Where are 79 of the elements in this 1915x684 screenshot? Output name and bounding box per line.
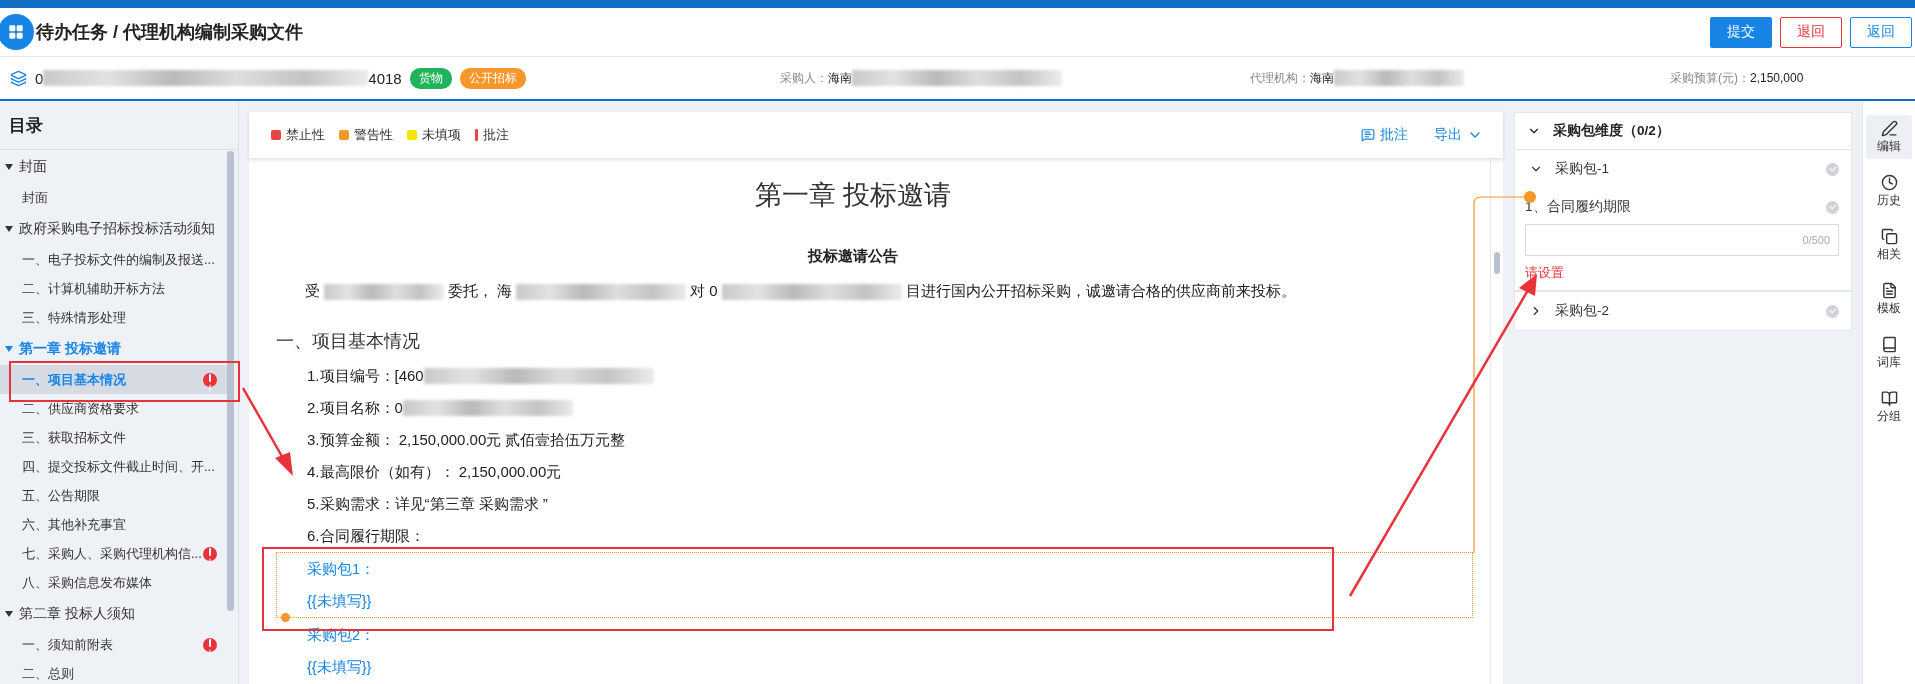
- side-tool-button[interactable]: 词库: [1866, 331, 1912, 375]
- notice-title: 投标邀请公告: [806, 247, 899, 266]
- text-fragment: 3.预算金额： 2,150,000.00元 贰佰壹拾伍万元整: [307, 430, 626, 450]
- tree-section[interactable]: 政府采购电子招标投标活动须知: [0, 217, 238, 240]
- tree-item[interactable]: 三、特殊情形处理: [0, 303, 229, 332]
- text-fragment: 受: [305, 282, 320, 301]
- info-label: 采购预算(元)：: [1670, 69, 1750, 87]
- header-button[interactable]: 提交: [1710, 16, 1772, 48]
- copy-icon: [1880, 228, 1898, 245]
- side-tool-button[interactable]: 相关: [1866, 223, 1912, 267]
- connector-dot: [1524, 191, 1536, 203]
- placeholder-value: {{未填写}}: [307, 591, 373, 611]
- tag: 货物: [409, 67, 452, 89]
- text-fragment: 委托，: [448, 282, 493, 301]
- package-row[interactable]: 采购包-1: [1515, 150, 1851, 188]
- tree-item[interactable]: 二、供应商资格要求: [0, 394, 229, 423]
- legend-label: 警告性: [354, 126, 393, 144]
- text-fragment: 1.项目编号：[460: [307, 366, 424, 386]
- comment-button[interactable]: 批注: [1361, 126, 1408, 144]
- legend-label: 禁止性: [286, 126, 325, 144]
- tree-section[interactable]: 封面: [0, 155, 238, 178]
- side-tool-button[interactable]: 分组: [1866, 385, 1912, 429]
- book-icon: [1880, 390, 1898, 407]
- info-label: 采购人：: [780, 69, 828, 87]
- text-fragment: 4.最高限价（如有）： 2,150,000.00元: [307, 462, 562, 482]
- tree-item[interactable]: 二、总则: [0, 659, 229, 684]
- legend-label: 未填项: [422, 126, 461, 144]
- page-title: 待办任务 / 代理机构编制采购文件: [36, 21, 303, 44]
- field-label: 1、合同履约期限: [1525, 198, 1631, 216]
- tree-item[interactable]: 五、公告期限: [0, 481, 229, 510]
- header-button[interactable]: 返回: [1850, 16, 1912, 48]
- text-fragment: 6.合同履行期限：: [307, 526, 425, 546]
- tree-item[interactable]: 四、提交投标文件截止时间、开...: [0, 452, 229, 481]
- tree-item[interactable]: 三、获取招标文件: [0, 423, 229, 452]
- tree-item[interactable]: 七、采购人、采购代理机构信...: [0, 539, 229, 568]
- tag: 公开招标: [459, 67, 526, 89]
- tree-item[interactable]: 八、采购信息发布媒体: [0, 568, 229, 597]
- legend-label: 批注: [483, 126, 509, 144]
- text-fragment: 对 0: [690, 282, 718, 301]
- clock-icon: [1880, 174, 1898, 191]
- grid-icon: [8, 24, 24, 40]
- comment-icon: [1361, 128, 1375, 142]
- tree-section[interactable]: 第二章 投标人须知: [0, 602, 238, 625]
- side-tool-button[interactable]: 模板: [1866, 277, 1912, 321]
- text-fragment: 2.项目名称：0: [307, 398, 403, 418]
- section-heading: 一、项目基本情况: [276, 330, 421, 353]
- layers-icon: [10, 69, 27, 87]
- package-label: 采购包1：: [307, 559, 377, 579]
- text-fragment: 2,150,000: [1750, 71, 1804, 85]
- export-dropdown[interactable]: 导出: [1434, 126, 1483, 144]
- text-fragment: 0: [35, 69, 44, 87]
- package-row[interactable]: 采购包-2: [1515, 292, 1851, 330]
- side-tool-button[interactable]: 编辑: [1866, 115, 1912, 159]
- package-name: 采购包-2: [1555, 302, 1609, 320]
- text-fragment: 4018: [368, 69, 402, 87]
- panel-header[interactable]: 采购包维度（0/2）: [1515, 113, 1851, 150]
- char-counter: 0/500: [1802, 234, 1830, 246]
- package-name: 采购包-1: [1555, 160, 1609, 178]
- side-tool-button[interactable]: 历史: [1866, 169, 1912, 213]
- tree-item[interactable]: 二、计算机辅助开标方法: [0, 274, 229, 303]
- header-button[interactable]: 退回: [1780, 16, 1842, 48]
- scrollbar-thumb[interactable]: [1494, 252, 1500, 274]
- tree-item[interactable]: 一、电子投标文件的编制及报送...: [0, 245, 229, 274]
- text-fragment: 海南: [1310, 69, 1334, 87]
- sidebar-title: 目录: [0, 101, 238, 150]
- text-fragment: 目进行国内公开招标采购，诚邀请合格的供应商前来投标。: [905, 282, 1296, 301]
- document-icon: [1880, 282, 1898, 299]
- book-icon: [1880, 336, 1898, 353]
- chapter-title: 第一章 投标邀请: [753, 179, 953, 212]
- info-label: 代理机构：: [1250, 69, 1310, 87]
- text-fragment: 海南: [828, 69, 852, 87]
- tree-item[interactable]: 一、须知前附表: [0, 630, 229, 659]
- placeholder-value: {{未填写}}: [307, 657, 373, 677]
- text-fragment: 5.采购需求：详见“第三章 采购需求 ”: [307, 494, 548, 514]
- text-fragment: 海: [497, 282, 512, 301]
- tree-item[interactable]: 封面: [0, 183, 229, 212]
- tree-item[interactable]: 六、其他补充事宜: [0, 510, 229, 539]
- app-menu-button[interactable]: [0, 14, 34, 50]
- pen-icon: [1880, 120, 1898, 137]
